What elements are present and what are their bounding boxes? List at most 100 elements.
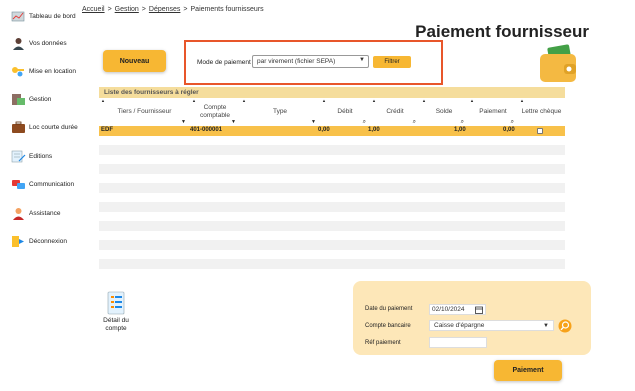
column-header-lettre-cheque[interactable]: ▲ Lettre chèque [518,98,565,126]
cell-compte: 401-000001 [190,127,223,133]
search-icon[interactable] [558,319,572,333]
table-row [99,192,565,202]
payment-panel: Date du paiement 02/10/2024 Compte banca… [353,281,591,355]
breadcrumb-current: Paiements fournisseurs [190,6,264,13]
sidebar: Tableau de bord Vos données Mise en loca… [0,0,95,391]
sidebar-item-label: Mise en location [29,68,76,75]
column-label: Débit [337,108,353,116]
column-header-debit[interactable]: ▲ Débit ⌕ [320,98,370,126]
sidebar-item-communication[interactable]: Communication [11,178,74,191]
table-row [99,230,565,240]
table-row [99,249,565,259]
wallet-icon [540,44,576,82]
column-header-solde[interactable]: ▲ Solde ⌕ [420,98,468,126]
calendar-icon[interactable] [475,306,483,314]
table-row [99,211,565,221]
page: Tableau de bord Vos données Mise en loca… [0,0,635,391]
column-header-compte[interactable]: ▲ Compte comptable ▼ [190,98,240,126]
bank-account-select[interactable]: Caisse d'épargne ▼ [429,320,554,331]
column-header-type[interactable]: ▲ Type ▼ [240,98,320,126]
account-detail-label-1: Détail du [103,317,129,324]
payment-ref-input[interactable] [429,337,487,348]
sidebar-item-gestion[interactable]: Gestion [11,93,51,106]
table-row [99,154,565,164]
table-row [99,240,565,250]
sidebar-item-deconnexion[interactable]: Déconnexion [11,235,67,248]
search-icon[interactable]: ⌕ [461,119,464,126]
editions-icon [11,150,26,163]
sidebar-item-mise-en-location[interactable]: Mise en location [11,65,76,78]
sidebar-item-tableau-de-bord[interactable]: Tableau de bord [11,10,76,23]
sort-desc-icon: ▼ [181,119,186,125]
column-header-paiement[interactable]: ▲ Paiement ⌕ [468,98,518,126]
sort-asc-icon: ▲ [242,98,246,103]
sidebar-item-label: Editions [29,153,53,160]
sort-desc-icon: ▼ [231,119,236,125]
bank-account-label: Compte bancaire [365,323,411,329]
sidebar-item-editions[interactable]: Editions [11,150,52,163]
sort-desc-icon: ▼ [311,119,316,125]
column-label: Compte comptable [200,104,230,119]
cell-tiers: EDF [101,127,113,133]
sidebar-item-label: Loc courte durée [29,124,78,131]
cell-paiement: 0,00 [503,127,515,133]
chat-icon [12,180,25,189]
payment-date-input[interactable]: 02/10/2024 [429,304,486,315]
lettre-cheque-checkbox[interactable] [537,127,543,134]
sort-asc-icon: ▲ [422,98,426,103]
payment-mode-select[interactable]: par virement (fichier SEPA) ▼ [252,55,369,68]
payment-mode-label: Mode de paiement [197,59,251,66]
search-icon[interactable]: ⌕ [363,119,366,126]
breadcrumb-link-depenses[interactable]: Dépenses [149,6,181,13]
sidebar-item-vos-donnees[interactable]: Vos données [11,37,67,50]
document-list-icon [107,291,125,315]
filter-button[interactable]: Filtrer [373,56,411,68]
column-label: Lettre chèque [521,108,562,116]
sidebar-item-label: Communication [29,181,75,188]
table-row [99,164,565,174]
sort-asc-icon: ▲ [322,98,326,103]
dashboard-icon [11,11,25,22]
column-label: Solde [435,108,453,116]
breadcrumb-link-gestion[interactable]: Gestion [115,6,139,13]
sidebar-item-loc-courte-duree[interactable]: Loc courte durée [11,121,78,134]
sort-asc-icon: ▲ [470,98,474,103]
breadcrumb-separator: > [141,6,146,13]
page-title: Paiement fournisseur [415,22,589,41]
breadcrumb: Accueil > Gestion > Dépenses > Paiements fourn… [82,6,264,13]
table-row [99,221,565,231]
breadcrumb-link-accueil[interactable]: Accueil [82,6,105,13]
cell-solde: 1,00 [454,127,466,133]
account-detail-link[interactable]: Détail du compte [102,291,130,333]
table-row[interactable]: EDF 401-000001 0,00 1,00 1,00 0,00 [99,126,565,136]
sort-asc-icon: ▲ [372,98,376,103]
keys-icon [12,67,24,77]
payment-ref-label: Réf paiement [365,340,401,346]
search-icon[interactable]: ⌕ [511,119,514,126]
sidebar-item-label: Déconnexion [29,238,67,245]
cell-credit: 1,00 [368,127,380,133]
new-button[interactable]: Nouveau [103,50,166,72]
column-header-credit[interactable]: ▲ Crédit ⌕ [370,98,420,126]
suppliers-table: Liste des fournisseurs à régler ▲ Tiers … [99,87,565,269]
payment-submit-button[interactable]: Paiement [494,360,562,381]
table-row [99,202,565,212]
gestion-icon [12,94,25,105]
column-header-tiers[interactable]: ▲ Tiers / Fournisseur ▼ [99,98,190,126]
sidebar-item-label: Assistance [29,210,61,217]
search-icon[interactable]: ⌕ [413,119,416,126]
table-row [99,259,565,269]
payment-date-value: 02/10/2024 [432,306,465,313]
column-label: Crédit [386,108,404,116]
sort-asc-icon: ▲ [520,98,524,103]
sidebar-item-assistance[interactable]: Assistance [11,207,60,220]
chevron-down-icon: ▼ [359,57,365,63]
sort-asc-icon: ▲ [101,98,105,103]
table-row [99,135,565,145]
payment-date-label: Date du paiement [365,306,413,312]
user-icon [13,38,24,50]
suitcase-icon [12,121,25,133]
table-row [99,183,565,193]
breadcrumb-separator: > [107,6,112,13]
sidebar-item-label: Tableau de bord [29,13,76,20]
